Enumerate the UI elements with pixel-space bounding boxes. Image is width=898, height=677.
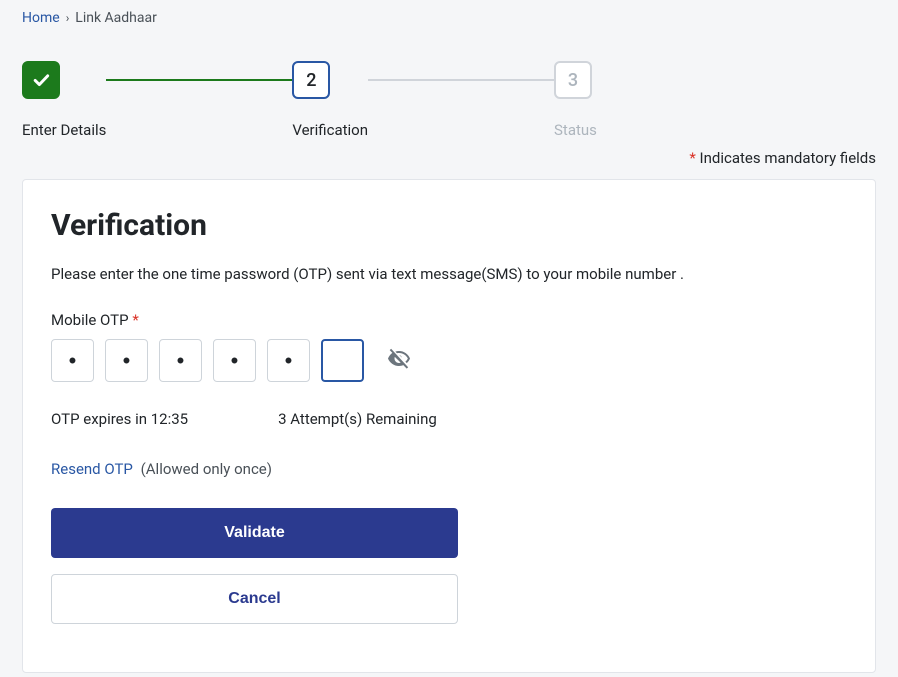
progress-stepper: Enter Details 2 Verification 3 Status bbox=[0, 36, 898, 149]
step-1: Enter Details bbox=[22, 61, 106, 139]
eye-off-icon bbox=[387, 347, 411, 371]
otp-input-row bbox=[51, 339, 847, 382]
otp-info-row: OTP expires in 12:35 3 Attempt(s) Remain… bbox=[51, 410, 847, 428]
step-2-label: Verification bbox=[292, 121, 368, 139]
expires-time: 12:35 bbox=[151, 410, 188, 428]
otp-digit-2[interactable] bbox=[105, 339, 148, 382]
visibility-toggle-icon[interactable] bbox=[387, 347, 411, 375]
step-1-label: Enter Details bbox=[22, 121, 106, 139]
expires-prefix: OTP expires in bbox=[51, 410, 151, 428]
otp-digit-5[interactable] bbox=[267, 339, 310, 382]
attempts-remaining: 3 Attempt(s) Remaining bbox=[278, 410, 437, 428]
instruction-text: Please enter the one time password (OTP)… bbox=[51, 265, 847, 283]
otp-label-text: Mobile OTP bbox=[51, 311, 129, 329]
resend-note: (Allowed only once) bbox=[141, 460, 272, 478]
asterisk-icon: * bbox=[132, 311, 138, 329]
breadcrumb-home-link[interactable]: Home bbox=[22, 10, 60, 26]
step-2-indicator: 2 bbox=[292, 61, 330, 99]
otp-digit-4[interactable] bbox=[213, 339, 256, 382]
step-3: 3 Status bbox=[554, 61, 597, 139]
otp-digit-3[interactable] bbox=[159, 339, 202, 382]
step-3-indicator: 3 bbox=[554, 61, 592, 99]
connector-2 bbox=[368, 79, 554, 81]
connector-1 bbox=[106, 79, 292, 81]
resend-row: Resend OTP (Allowed only once) bbox=[51, 460, 847, 478]
otp-digit-1[interactable] bbox=[51, 339, 94, 382]
step-2: 2 Verification bbox=[292, 61, 368, 139]
otp-field-label: Mobile OTP * bbox=[51, 311, 847, 329]
verification-card: Verification Please enter the one time p… bbox=[22, 179, 876, 673]
mandatory-note: * Indicates mandatory fields bbox=[0, 149, 898, 179]
validate-button[interactable]: Validate bbox=[51, 508, 458, 558]
cancel-button[interactable]: Cancel bbox=[51, 574, 458, 624]
otp-digit-6[interactable] bbox=[321, 339, 364, 382]
check-icon bbox=[31, 70, 51, 90]
chevron-right-icon: › bbox=[66, 11, 70, 25]
step-1-indicator bbox=[22, 61, 60, 99]
breadcrumb: Home › Link Aadhaar bbox=[0, 0, 898, 36]
mandatory-text: Indicates mandatory fields bbox=[700, 149, 876, 167]
asterisk-icon: * bbox=[689, 149, 695, 167]
otp-expiry: OTP expires in 12:35 bbox=[51, 410, 188, 428]
breadcrumb-current: Link Aadhaar bbox=[75, 10, 157, 26]
resend-otp-link[interactable]: Resend OTP bbox=[51, 460, 133, 478]
step-3-label: Status bbox=[554, 121, 597, 139]
card-title: Verification bbox=[51, 208, 847, 243]
